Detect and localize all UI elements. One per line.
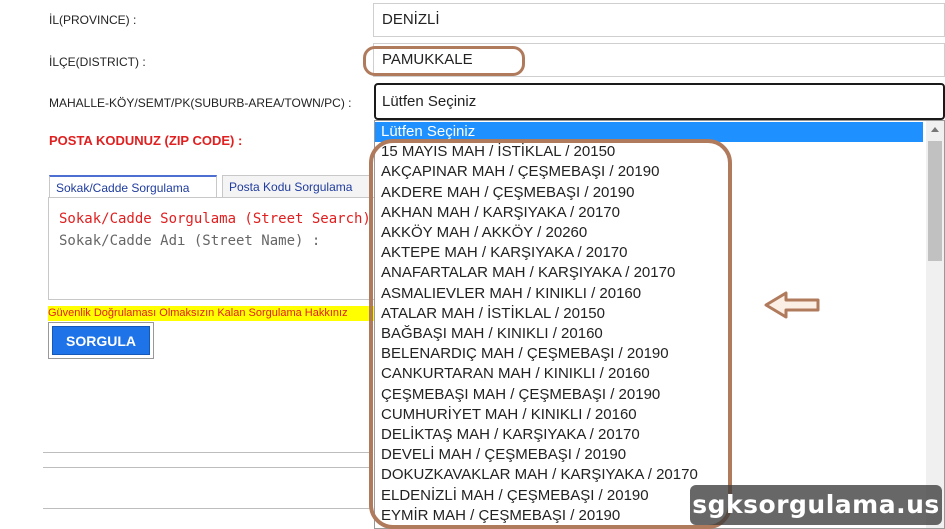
site-watermark: sgksorgulama.us <box>690 485 942 525</box>
tab-postal-code-search[interactable]: Posta Kodu Sorgulama <box>222 175 372 197</box>
street-name-label: Sokak/Cadde Adı (Street Name) : <box>59 233 321 249</box>
divider <box>43 467 373 468</box>
pointing-arrow-icon <box>764 291 820 319</box>
security-warning: Güvenlik Doğrulaması Olmaksızın Kalan So… <box>48 306 378 321</box>
street-search-panel: Sokak/Cadde Sorgulama (Street Search) So… <box>48 197 388 300</box>
search-button-frame: SORGULA <box>48 322 154 359</box>
tab-street-search[interactable]: Sokak/Cadde Sorgulama <box>49 175 217 197</box>
scroll-up-arrow-icon[interactable] <box>931 127 939 132</box>
province-label: İL(PROVINCE) : <box>49 13 137 27</box>
divider <box>43 452 373 453</box>
zip-code-label: POSTA KODUNUZ (ZIP CODE) : <box>49 133 243 148</box>
dropdown-scrollbar[interactable] <box>926 121 944 528</box>
suburb-select[interactable]: Lütfen Seçiniz <box>374 83 945 120</box>
province-field[interactable]: DENİZLİ <box>373 3 945 37</box>
options-highlight-frame <box>369 139 732 529</box>
suburb-label: MAHALLE-KÖY/SEMT/PK(SUBURB-AREA/TOWN/PC)… <box>49 96 352 110</box>
scrollbar-thumb[interactable] <box>928 141 942 261</box>
street-search-title: Sokak/Cadde Sorgulama (Street Search) <box>59 211 371 227</box>
district-highlight-frame <box>363 46 525 76</box>
search-button[interactable]: SORGULA <box>52 326 150 355</box>
divider <box>43 508 373 509</box>
district-label: İLÇE(DISTRICT) : <box>49 55 146 69</box>
